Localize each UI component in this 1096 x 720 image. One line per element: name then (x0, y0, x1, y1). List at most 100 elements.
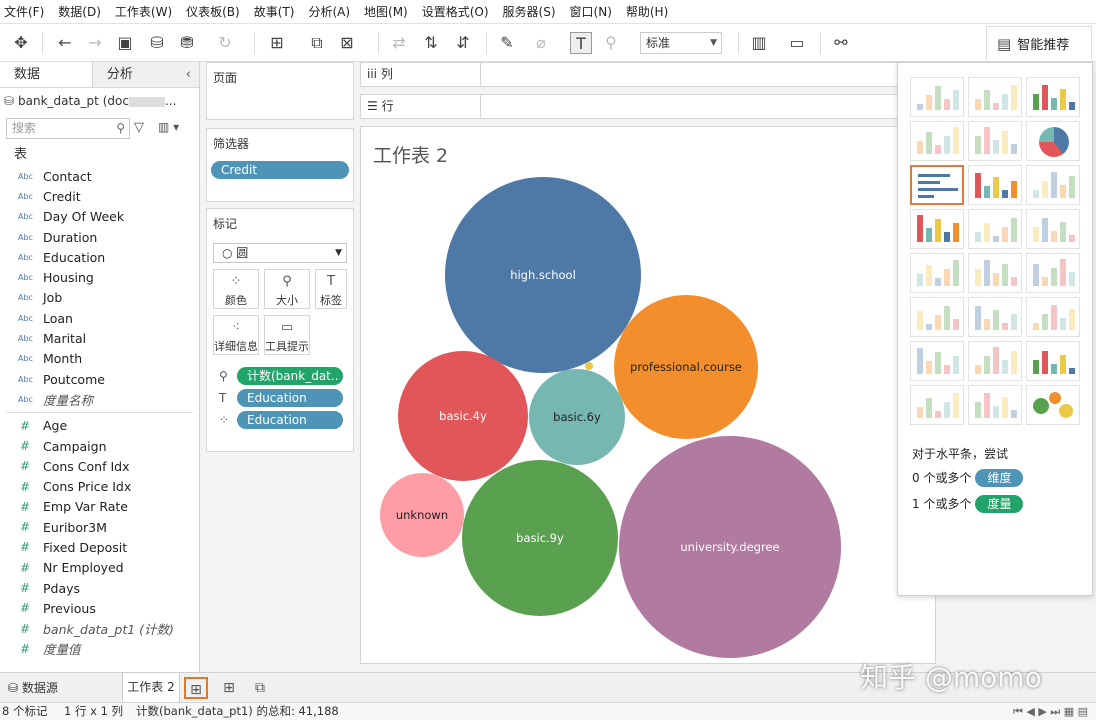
tab-analysis[interactable]: 分析 (92, 62, 186, 87)
rows-shelf[interactable]: ☰ 行 (360, 94, 898, 119)
pages-shelf[interactable]: 页面 (206, 62, 354, 120)
field-dimension[interactable]: Abc Job (0, 288, 199, 308)
color-button[interactable]: ⁘ 颜色 (213, 269, 259, 309)
save-icon[interactable]: ▣ (114, 32, 136, 54)
view-options-icon[interactable]: ▥ ▾ (158, 120, 179, 134)
show-me-chart-type[interactable] (1026, 121, 1080, 161)
columns-shelf[interactable]: iii 列 (360, 62, 898, 87)
show-me-chart-type[interactable] (910, 77, 964, 117)
field-measure[interactable]: # Campaign (0, 436, 199, 456)
color-pill[interactable]: Education (237, 411, 343, 429)
field-dimension[interactable]: Abc Poutcome (0, 369, 199, 389)
group-icon[interactable]: ⌀ (530, 32, 552, 54)
fit-select[interactable]: 标准 ▼ (640, 32, 722, 54)
menu-item[interactable]: 帮助(H) (626, 3, 668, 20)
filter-icon[interactable]: ▽ (134, 120, 144, 135)
menu-item[interactable]: 地图(M) (364, 3, 408, 20)
menu-item[interactable]: 文件(F) (4, 3, 44, 20)
marks-type-select[interactable]: ○ 圆 ▼ (213, 243, 347, 263)
show-me-chart-type[interactable] (968, 77, 1022, 117)
menu-item[interactable]: 数据(D) (58, 3, 101, 20)
new-story-button[interactable]: ⧉ (248, 677, 272, 699)
field-measure[interactable]: # Nr Employed (0, 558, 199, 578)
field-measure[interactable]: # Cons Price Idx (0, 476, 199, 496)
collapse-icon[interactable]: ‹ (185, 62, 199, 87)
sort-asc-icon[interactable]: ⇅ (420, 32, 442, 54)
show-me-chart-type[interactable] (910, 121, 964, 161)
menu-item[interactable]: 工作表(W) (115, 3, 172, 20)
show-me-chart-type[interactable] (1026, 341, 1080, 381)
show-me-chart-type[interactable] (1026, 385, 1080, 425)
show-me-chart-type[interactable] (968, 209, 1022, 249)
show-me-chart-type[interactable] (910, 165, 964, 205)
show-me-chart-type[interactable] (1026, 77, 1080, 117)
field-measure[interactable]: # Emp Var Rate (0, 497, 199, 517)
show-me-chart-type[interactable] (910, 209, 964, 249)
show-me-chart-type[interactable] (968, 341, 1022, 381)
field-measure[interactable]: # Previous (0, 598, 199, 618)
menu-item[interactable]: 故事(T) (254, 3, 295, 20)
field-measure[interactable]: # Age (0, 416, 199, 436)
show-me-chart-type[interactable] (1026, 209, 1080, 249)
field-dimension[interactable]: Abc Education (0, 247, 199, 267)
new-worksheet-button[interactable]: ⊞ (184, 677, 208, 699)
field-dimension[interactable]: Abc Housing (0, 267, 199, 287)
presentation-icon[interactable]: ▭ (786, 32, 808, 54)
field-dimension[interactable]: Abc Marital (0, 328, 199, 348)
show-cards-icon[interactable]: ▥ (748, 32, 770, 54)
tab-data[interactable]: 数据 (0, 62, 93, 87)
field-count[interactable]: # bank_data_pt1 (计数) (0, 619, 199, 639)
filters-shelf[interactable]: 筛选器 Credit (206, 128, 354, 202)
show-me-chart-type[interactable] (910, 341, 964, 381)
field-dimension[interactable]: Abc Loan (0, 308, 199, 328)
pin-icon[interactable]: ⚲ (600, 32, 622, 54)
label-pill[interactable]: Education (237, 389, 343, 407)
field-measure[interactable]: # Cons Conf Idx (0, 456, 199, 476)
label-button[interactable]: T 标签 (315, 269, 347, 309)
field-dimension[interactable]: Abc Month (0, 349, 199, 369)
field-measure[interactable]: # Euribor3M (0, 517, 199, 537)
field-measure-names[interactable]: Abc 度量名称 (0, 389, 199, 409)
forward-icon[interactable]: → (84, 32, 106, 54)
show-me-chart-type[interactable] (910, 297, 964, 337)
filter-pill-credit[interactable]: Credit (211, 161, 349, 179)
field-measure-values[interactable]: # 度量值 (0, 639, 199, 659)
show-me-chart-type[interactable] (968, 121, 1022, 161)
field-measure[interactable]: # Pdays (0, 578, 199, 598)
tab-sheet-2[interactable]: 工作表 2 (122, 673, 180, 703)
tooltip-button[interactable]: ▭ 工具提示 (264, 315, 310, 355)
size-pill[interactable]: 计数(bank_dat.. (237, 367, 343, 385)
highlight-icon[interactable]: ✎ (496, 32, 518, 54)
refresh-icon[interactable]: ↻ (214, 32, 236, 54)
field-dimension[interactable]: Abc Credit (0, 186, 199, 206)
show-me-chart-type[interactable] (1026, 165, 1080, 205)
show-me-chart-type[interactable] (968, 385, 1022, 425)
size-button[interactable]: ⚲ 大小 (264, 269, 310, 309)
status-nav[interactable]: ⏮ ◀ ▶ ⏭ ▦ ▤ (1013, 703, 1088, 720)
field-dimension[interactable]: Abc Day Of Week (0, 207, 199, 227)
menu-item[interactable]: 仪表板(B) (186, 3, 240, 20)
field-dimension[interactable]: Abc Duration (0, 227, 199, 247)
new-worksheet-icon[interactable]: ⊞ (266, 32, 288, 54)
show-me-chart-type[interactable] (968, 297, 1022, 337)
search-input[interactable]: 搜索 ⚲ (6, 118, 130, 139)
show-me-chart-type[interactable] (910, 385, 964, 425)
swap-icon[interactable]: ⇄ (388, 32, 410, 54)
datasource-tab[interactable]: ⛁ 数据源 (8, 673, 58, 703)
show-me-chart-type[interactable] (968, 253, 1022, 293)
show-me-chart-type[interactable] (1026, 297, 1080, 337)
tableau-logo-icon[interactable]: ✥ (10, 32, 32, 54)
menu-item[interactable]: 窗口(N) (570, 3, 612, 20)
show-labels-icon[interactable]: T (570, 32, 592, 54)
smart-recommend-button[interactable]: ▤ 智能推荐 (986, 26, 1092, 60)
duplicate-icon[interactable]: ⧉ (306, 32, 328, 54)
datasource-item[interactable]: ⛁ bank_data_pt (doc... (0, 88, 199, 114)
worksheet-canvas[interactable]: 工作表 2 university.degree high.school basic.… (360, 126, 936, 664)
pause-updates-icon[interactable]: ⛃ (176, 32, 198, 54)
back-icon[interactable]: ← (54, 32, 76, 54)
bubble[interactable] (585, 362, 593, 370)
share-icon[interactable]: ⚯ (830, 32, 852, 54)
menu-item[interactable]: 分析(A) (308, 3, 350, 20)
menu-item[interactable]: 设置格式(O) (422, 3, 489, 20)
menu-item[interactable]: 服务器(S) (503, 3, 556, 20)
